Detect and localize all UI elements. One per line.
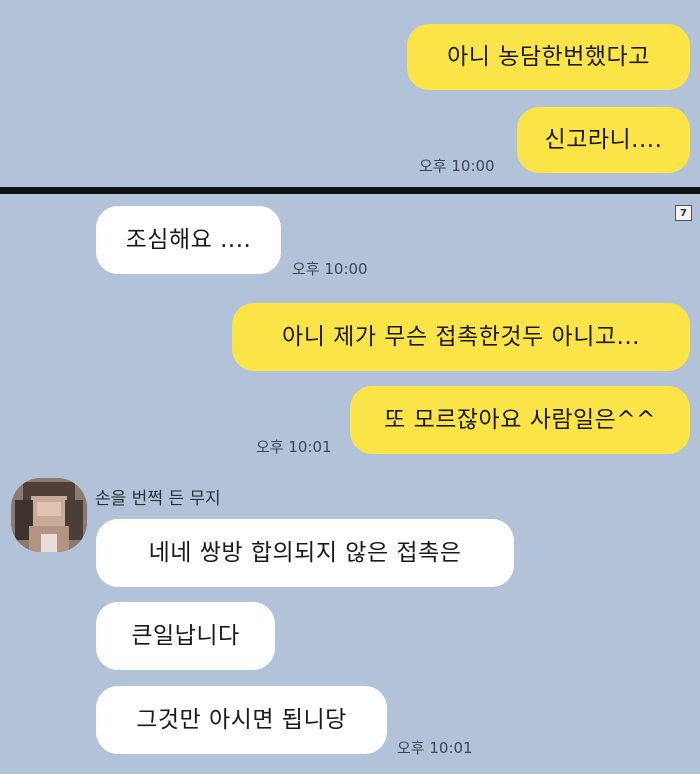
message-text: 신고라니.... — [544, 126, 663, 153]
incoming-message-bubble[interactable]: 큰일납니다 — [96, 602, 275, 670]
outgoing-message-bubble[interactable]: 신고라니.... — [517, 107, 690, 173]
message-timestamp: 오후 10:01 — [256, 438, 332, 456]
message-text: 아니 농담한번했다고 — [447, 43, 650, 70]
message-text: 아니 제가 무슨 접촉한것두 아니고... — [282, 323, 640, 350]
incoming-message-bubble[interactable]: 조심해요 .... — [96, 206, 281, 274]
incoming-message-bubble[interactable]: 그것만 아시면 됩니당 — [96, 686, 387, 754]
message-timestamp: 오후 10:00 — [292, 260, 368, 278]
page-badge: 7 — [675, 205, 692, 221]
outgoing-message-bubble[interactable]: 아니 제가 무슨 접촉한것두 아니고... — [232, 303, 690, 371]
avatar[interactable] — [11, 478, 87, 552]
message-timestamp: 오후 10:00 — [419, 157, 495, 175]
outgoing-message-bubble[interactable]: 아니 농담한번했다고 — [407, 24, 690, 90]
outgoing-message-bubble[interactable]: 또 모르잖아요 사람일은^^ — [350, 386, 690, 454]
message-text: 그것만 아시면 됩니당 — [136, 706, 347, 733]
incoming-message-bubble[interactable]: 네네 쌍방 합의되지 않은 접촉은 — [96, 519, 514, 587]
message-text: 큰일납니다 — [131, 622, 240, 649]
chat-panel-top: 아니 농담한번했다고 신고라니.... 오후 10:00 — [0, 0, 700, 187]
screenshot-divider — [0, 187, 700, 194]
sender-name: 손을 번쩍 든 무지 — [95, 489, 221, 509]
message-text: 또 모르잖아요 사람일은^^ — [384, 406, 656, 433]
message-text: 네네 쌍방 합의되지 않은 접촉은 — [148, 539, 462, 566]
message-text: 조심해요 .... — [125, 226, 252, 253]
message-timestamp: 오후 10:01 — [397, 739, 473, 757]
